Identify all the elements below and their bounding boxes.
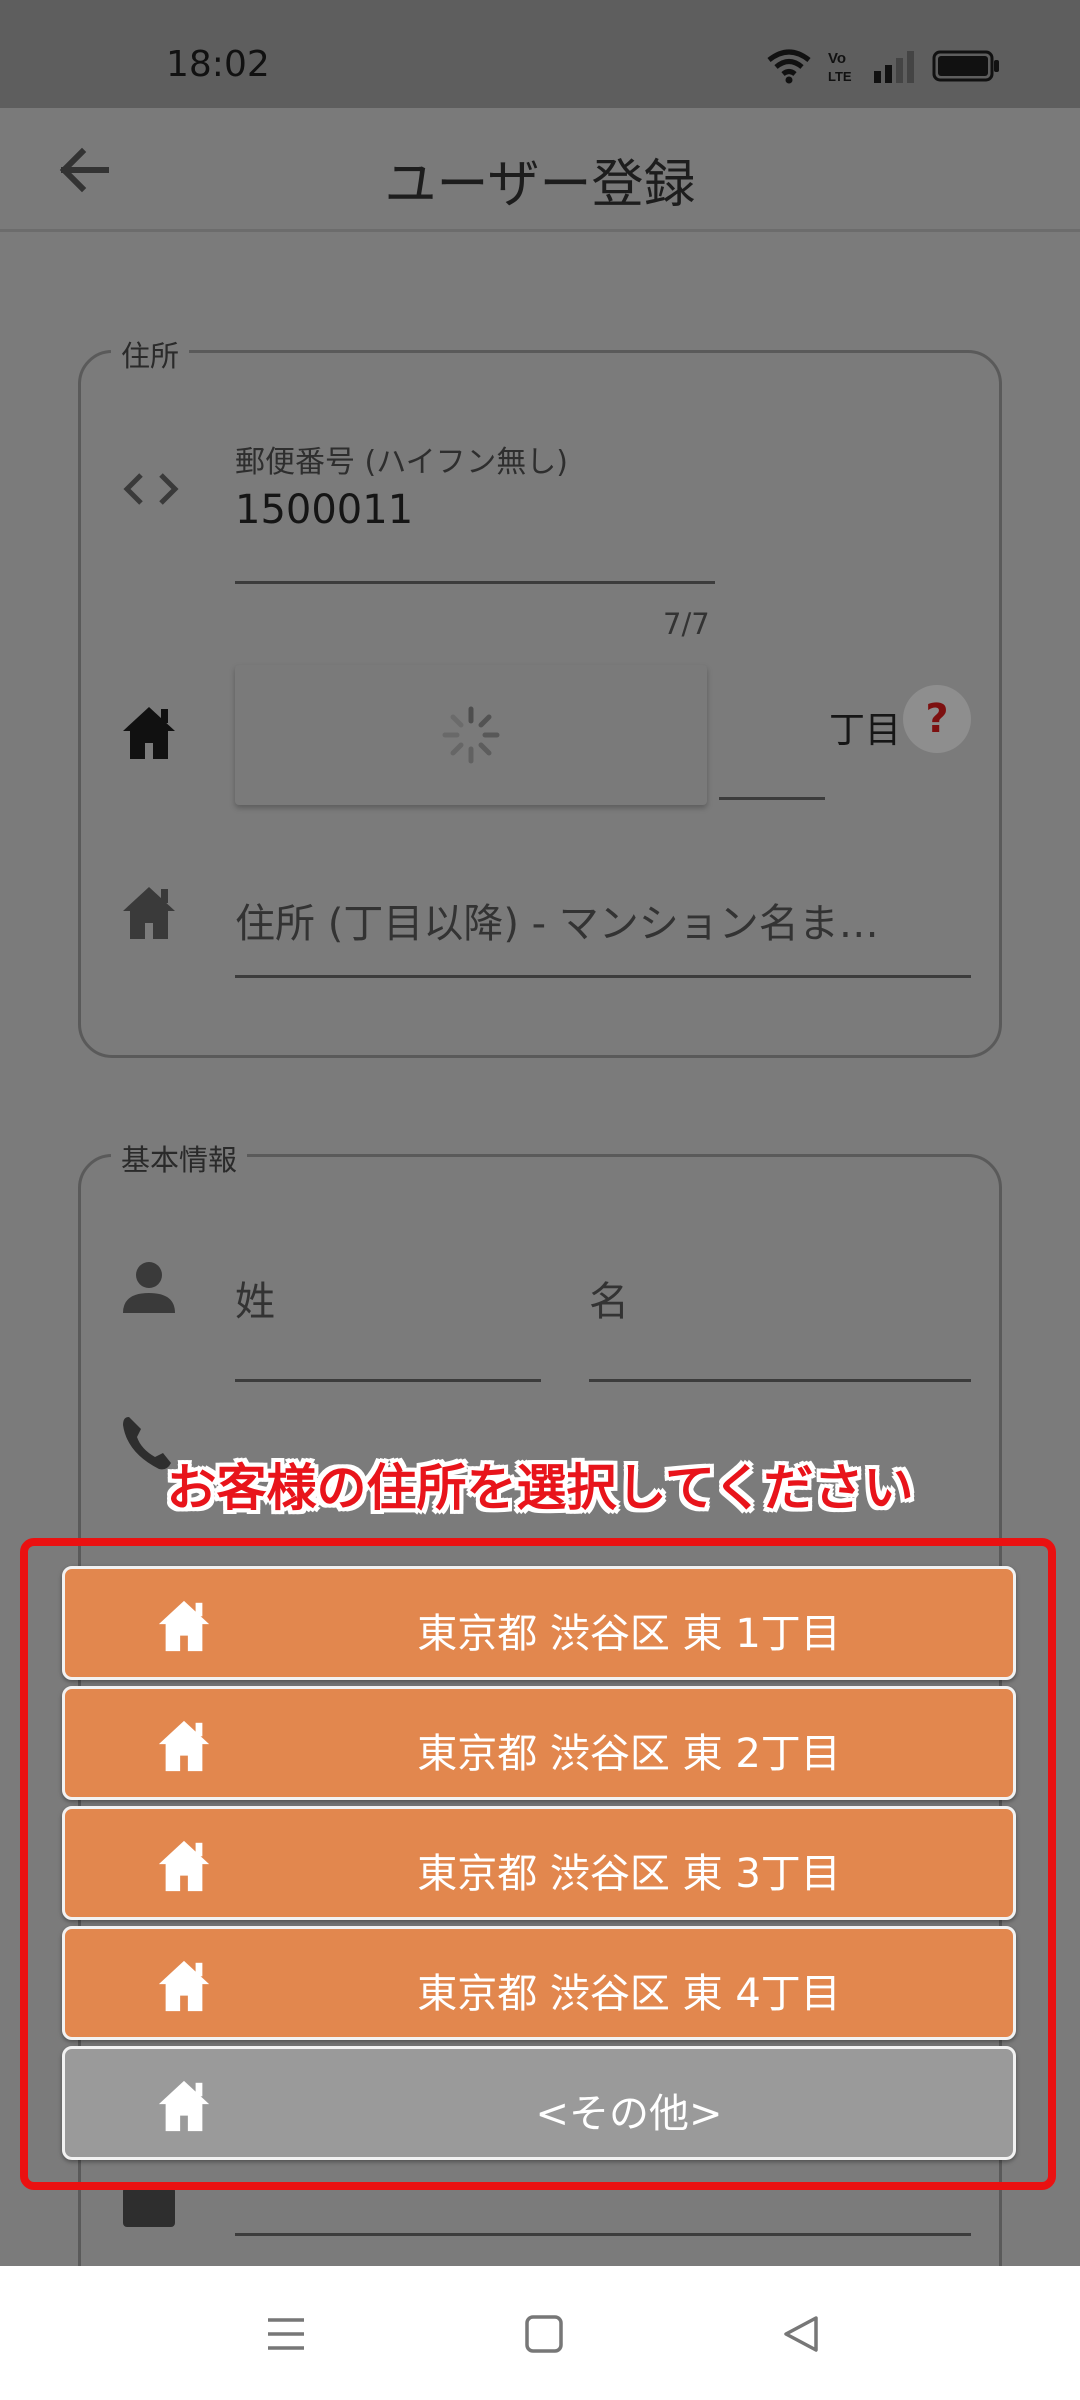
house-icon	[123, 707, 175, 759]
address-option-1[interactable]: 東京都 渋谷区 東 1丁目	[62, 1566, 1016, 1680]
address-option-label: <その他>	[535, 2091, 723, 2137]
loading-spinner-icon	[442, 706, 500, 764]
address-option-3[interactable]: 東京都 渋谷区 東 3丁目	[62, 1806, 1016, 1920]
address-legend: 住所	[111, 333, 190, 375]
volte-text-top: Vo	[828, 50, 846, 67]
address-option-other[interactable]: <その他>	[62, 2046, 1016, 2160]
address-option-4[interactable]: 東京都 渋谷区 東 4丁目	[62, 1926, 1016, 2040]
volte-text-bottom: LTE	[828, 69, 852, 84]
help-button[interactable]: ?	[903, 685, 971, 753]
postal-code-counter: 7/7	[663, 607, 710, 641]
house-icon	[158, 1600, 210, 1652]
home-square-icon[interactable]	[520, 2310, 568, 2358]
address-choice-frame: 東京都 渋谷区 東 1丁目 東京都 渋谷区 東 2丁目 東京都 渋谷区 東 3丁…	[20, 1538, 1056, 2190]
prefecture-select-loading[interactable]	[235, 665, 707, 805]
signal-icon	[874, 51, 914, 83]
address-option-label: 東京都 渋谷区 東 4丁目	[417, 1971, 841, 2017]
chome-input-underline[interactable]	[719, 797, 825, 800]
person-icon	[123, 1262, 175, 1313]
address-option-label: 東京都 渋谷区 東 2丁目	[417, 1731, 841, 1777]
page-title: ユーザー登録	[384, 155, 696, 215]
last-name-underline	[235, 1379, 541, 1382]
first-name-input[interactable]: 名	[589, 1269, 629, 1327]
wifi-icon	[767, 49, 811, 84]
status-icons: Vo LTE	[766, 48, 1002, 84]
back-triangle-icon[interactable]	[778, 2310, 826, 2358]
address-section: 住所 郵便番号 (ハイフン無し) 1500011 7/7 丁目 ? 住所 (丁目…	[78, 333, 1002, 1058]
house-icon	[123, 887, 175, 939]
postal-code-input[interactable]: 1500011	[235, 487, 413, 533]
postal-code-label: 郵便番号 (ハイフン無し)	[235, 445, 568, 480]
email-underline	[235, 2233, 971, 2236]
postal-code-underline	[235, 581, 715, 584]
address-option-label: 東京都 渋谷区 東 3丁目	[417, 1851, 841, 1897]
volte-icon: Vo LTE	[828, 50, 852, 84]
address-line-underline	[235, 975, 971, 978]
address-option-2[interactable]: 東京都 渋谷区 東 2丁目	[62, 1686, 1016, 1800]
basic-info-legend: 基本情報	[111, 1137, 248, 1179]
address-line-input[interactable]: 住所 (丁目以降) - マンション名ま…	[235, 891, 879, 949]
code-icon	[123, 473, 179, 505]
menu-icon[interactable]	[262, 2310, 310, 2358]
first-name-underline	[589, 1379, 971, 1382]
status-bar: 18:02 Vo LTE	[0, 0, 1080, 108]
house-icon	[158, 1720, 210, 1772]
status-time: 18:02	[166, 44, 270, 85]
last-name-input[interactable]: 姓	[235, 1269, 275, 1327]
house-icon	[158, 1840, 210, 1892]
house-icon	[158, 2080, 210, 2132]
system-nav-bar	[0, 2266, 1080, 2400]
address-select-title: お客様の住所を選択してください	[166, 1459, 914, 1517]
address-option-label: 東京都 渋谷区 東 1丁目	[417, 1611, 841, 1657]
app-bar: ユーザー登録	[0, 108, 1080, 232]
house-icon	[158, 1960, 210, 2012]
battery-icon	[932, 50, 999, 82]
chome-label: 丁目	[829, 710, 902, 751]
